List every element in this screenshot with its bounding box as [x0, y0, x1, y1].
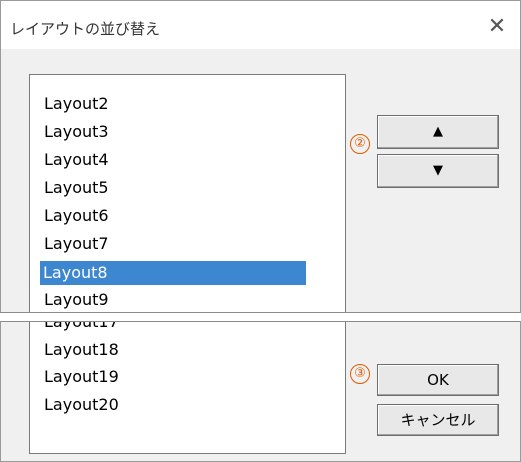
- list-item[interactable]: Layout2: [41, 92, 109, 116]
- close-icon[interactable]: ✕: [484, 14, 510, 40]
- list-item[interactable]: Layout17: [41, 322, 119, 334]
- list-item[interactable]: Layout18: [41, 338, 119, 362]
- layout-listbox[interactable]: Layout2 Layout3 Layout4 Layout5 Layout6 …: [29, 74, 346, 312]
- title-bar: レイアウトの並び替え ✕: [1, 1, 520, 49]
- layout-listbox-continued[interactable]: Layout17 Layout18 Layout19 Layout20: [29, 322, 346, 454]
- list-item[interactable]: Layout20: [41, 393, 119, 417]
- triangle-up-icon: ▲: [433, 124, 443, 139]
- list-item[interactable]: Layout19: [41, 365, 119, 389]
- list-item[interactable]: Layout5: [41, 176, 109, 200]
- ok-button[interactable]: OK: [377, 364, 499, 396]
- triangle-down-icon: ▼: [433, 163, 443, 178]
- list-item-selected[interactable]: Layout8: [40, 261, 306, 285]
- cancel-button[interactable]: キャンセル: [377, 404, 499, 436]
- list-item[interactable]: Layout6: [41, 204, 109, 228]
- list-item[interactable]: Layout4: [41, 148, 109, 172]
- dialog-title: レイアウトの並び替え: [10, 20, 161, 38]
- list-item[interactable]: Layout7: [41, 232, 109, 256]
- list-item[interactable]: Layout3: [41, 120, 109, 144]
- annotation-marker-2: ②: [350, 134, 370, 154]
- dialog-top-section: レイアウトの並び替え ✕ Layout2 Layout3 Layout4 Lay…: [0, 0, 521, 313]
- dialog-bottom-section: Layout17 Layout18 Layout19 Layout20 ③ OK…: [0, 321, 521, 462]
- move-down-button[interactable]: ▼: [377, 154, 499, 188]
- move-up-button[interactable]: ▲: [377, 115, 499, 149]
- list-item[interactable]: Layout9: [41, 288, 109, 312]
- annotation-marker-3: ③: [350, 364, 370, 384]
